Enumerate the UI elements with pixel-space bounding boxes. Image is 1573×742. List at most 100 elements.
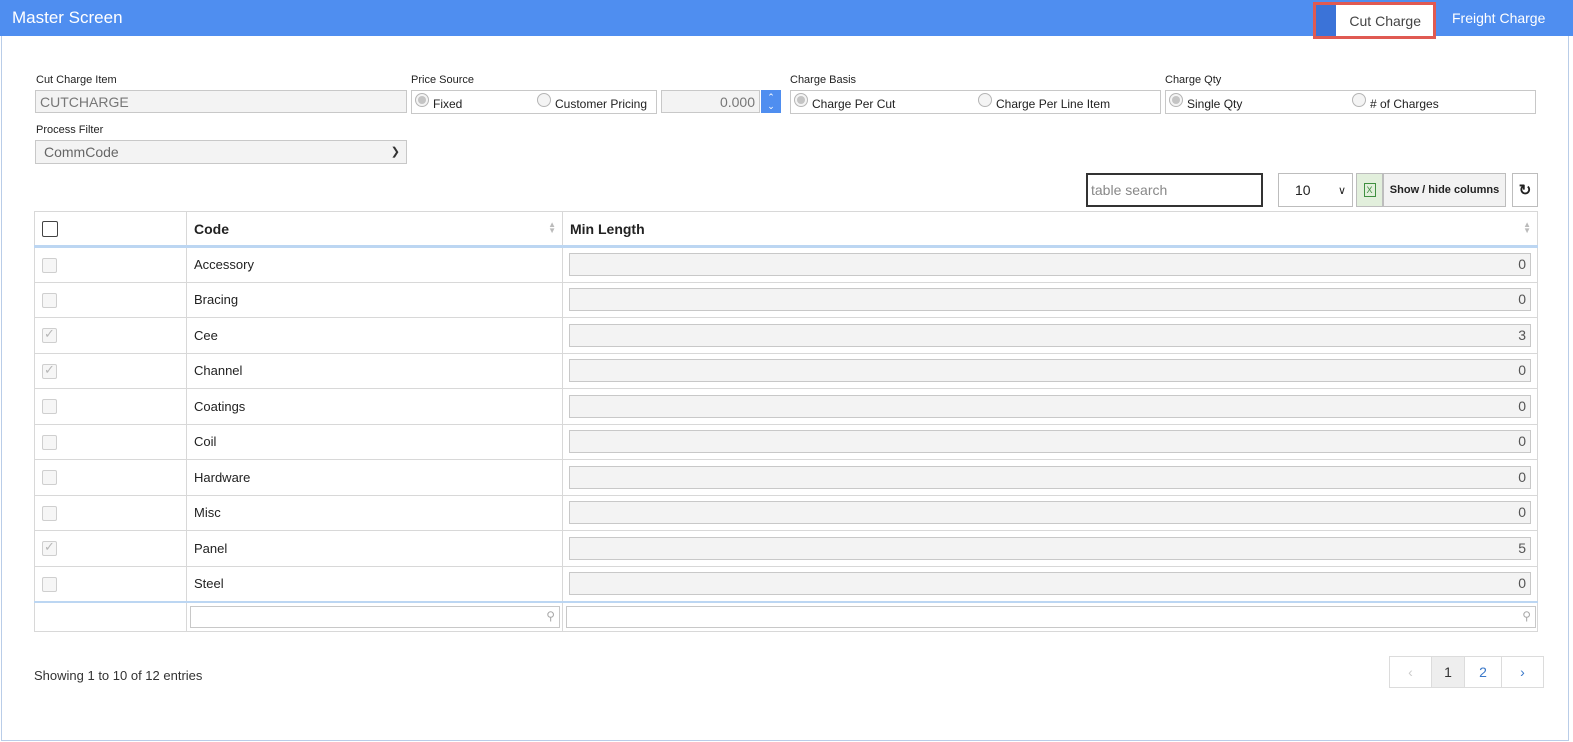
header-bar: Master Screen Cut Charge Freight Charge <box>0 0 1573 39</box>
row-checkbox[interactable] <box>42 292 57 308</box>
radio-selected-icon <box>1169 93 1183 107</box>
page-length-value: 10 <box>1295 182 1311 198</box>
search-icon: ⚲ <box>1522 608 1531 623</box>
pagination-page-2[interactable]: 2 <box>1465 657 1502 687</box>
price-source-customer-radio[interactable]: Customer Pricing <box>537 93 647 111</box>
code-cell: Bracing <box>186 281 563 318</box>
min-length-input[interactable]: 3 <box>569 323 1531 347</box>
process-filter-label: Process Filter <box>36 124 104 136</box>
table-row: Misc 0 <box>34 494 1538 531</box>
page-length-select[interactable]: 10 ∨ <box>1278 173 1353 207</box>
min-length-input[interactable]: 0 <box>569 465 1531 489</box>
column-header-min-length-label: Min Length <box>570 220 645 237</box>
row-checkbox[interactable] <box>42 576 57 592</box>
code-cell: Coil <box>186 423 563 460</box>
row-select-cell <box>34 494 187 531</box>
row-select-cell <box>34 423 187 460</box>
row-select-cell <box>34 317 187 354</box>
row-checkbox[interactable] <box>42 362 57 379</box>
min-length-input[interactable]: 5 <box>569 536 1531 560</box>
min-length-cell: 0 <box>562 388 1538 425</box>
row-checkbox[interactable] <box>42 470 57 486</box>
page-title: Master Screen <box>12 8 123 27</box>
num-charges-radio[interactable]: # of Charges <box>1352 93 1439 111</box>
charge-per-line-item-radio[interactable]: Charge Per Line Item <box>978 93 1111 111</box>
column-filter-row: ⚲ ⚲ <box>34 600 1538 632</box>
code-cell: Panel <box>186 530 563 567</box>
row-checkbox[interactable] <box>42 434 57 450</box>
spinner-down-icon[interactable]: ⌄ <box>767 101 775 111</box>
price-amount-spinner[interactable]: ⌃ ⌄ <box>761 90 781 113</box>
tab-active-indicator <box>1316 5 1336 36</box>
price-amount-input[interactable]: 0.000 <box>661 90 760 113</box>
process-filter-select[interactable]: CommCode ❯ <box>35 140 407 164</box>
table-row: Bracing 0 <box>34 281 1538 318</box>
min-length-filter-input[interactable]: ⚲ <box>566 605 1536 628</box>
pagination-next[interactable]: › <box>1502 657 1543 687</box>
table-search-input[interactable]: table search <box>1086 173 1263 207</box>
chevron-down-icon: ∨ <box>1337 185 1346 197</box>
codes-table: Code ▲ ▼ Min Length ▲ ▼ Accessory 0 Bracing 0… <box>34 211 1538 632</box>
code-cell: Misc <box>186 494 563 531</box>
radio-unselected-icon <box>978 93 992 107</box>
filter-cell-empty <box>34 600 187 632</box>
charge-basis-group: Charge Per Cut Charge Per Line Item <box>790 90 1161 114</box>
excel-icon: X <box>1363 183 1376 197</box>
table-info: Showing 1 to 10 of 12 entries <box>34 668 203 683</box>
single-qty-label: Single Qty <box>1187 97 1243 111</box>
refresh-button[interactable]: ↻ <box>1512 173 1538 207</box>
min-length-input[interactable]: 0 <box>569 253 1531 277</box>
row-select-cell <box>34 388 187 425</box>
pagination-page-1[interactable]: 1 <box>1432 657 1465 687</box>
cut-charge-item-field[interactable]: CUTCHARGE <box>35 90 407 113</box>
sort-icon: ▲ ▼ <box>548 220 556 235</box>
row-checkbox[interactable] <box>42 505 57 521</box>
row-checkbox[interactable] <box>42 326 57 344</box>
code-filter-input[interactable]: ⚲ <box>190 605 560 628</box>
table-row: Coatings 0 <box>34 388 1538 425</box>
search-icon: ⚲ <box>546 608 555 623</box>
row-checkbox[interactable] <box>42 399 57 415</box>
excel-export-button[interactable]: X <box>1356 173 1383 207</box>
tab-freight-charge[interactable]: Freight Charge <box>1452 10 1545 26</box>
charge-per-line-item-label: Charge Per Line Item <box>996 97 1111 111</box>
table-header-row: Code ▲ ▼ Min Length ▲ ▼ <box>34 211 1538 248</box>
charge-per-cut-radio[interactable]: Charge Per Cut <box>794 93 895 111</box>
column-header-code[interactable]: Code ▲ ▼ <box>186 211 563 248</box>
show-hide-columns-button[interactable]: Show / hide columns <box>1383 173 1506 207</box>
code-cell: Accessory <box>186 246 563 283</box>
min-length-cell: 0 <box>562 352 1538 389</box>
row-checkbox[interactable] <box>42 539 57 557</box>
sort-icon: ▲ ▼ <box>1523 220 1531 235</box>
min-length-input[interactable]: 0 <box>569 394 1531 418</box>
tab-cut-charge-label: Cut Charge <box>1349 12 1421 29</box>
column-header-min-length[interactable]: Min Length ▲ ▼ <box>562 211 1538 248</box>
select-all-checkbox[interactable] <box>42 221 58 238</box>
min-length-input[interactable]: 0 <box>569 430 1531 454</box>
filter-cell-code: ⚲ <box>186 600 563 632</box>
row-select-cell <box>34 352 187 389</box>
row-select-cell <box>34 530 187 567</box>
cut-charge-item-label: Cut Charge Item <box>36 74 117 86</box>
min-length-input[interactable]: 0 <box>569 572 1531 595</box>
min-length-input[interactable]: 0 <box>569 288 1531 312</box>
process-filter-value: CommCode <box>44 144 119 160</box>
min-length-input[interactable]: 0 <box>569 359 1531 383</box>
row-select-cell <box>34 565 187 602</box>
row-checkbox[interactable] <box>42 257 57 273</box>
charge-qty-group: Single Qty # of Charges <box>1165 90 1536 114</box>
pagination-prev[interactable]: ‹ <box>1390 657 1432 687</box>
tab-cut-charge[interactable]: Cut Charge <box>1313 2 1436 39</box>
radio-unselected-icon <box>537 93 551 107</box>
table-row: Cee3 <box>34 317 1538 354</box>
price-source-fixed-radio[interactable]: Fixed <box>415 93 462 111</box>
radio-selected-icon <box>794 93 808 107</box>
single-qty-radio[interactable]: Single Qty <box>1169 93 1243 111</box>
row-select-cell <box>34 281 187 318</box>
column-header-code-label: Code <box>194 220 229 237</box>
filter-cell-min-length: ⚲ <box>562 600 1538 632</box>
refresh-icon: ↻ <box>1518 182 1532 199</box>
row-select-cell <box>34 459 187 496</box>
min-length-input[interactable]: 0 <box>569 501 1531 525</box>
min-length-cell: 0 <box>562 459 1538 496</box>
